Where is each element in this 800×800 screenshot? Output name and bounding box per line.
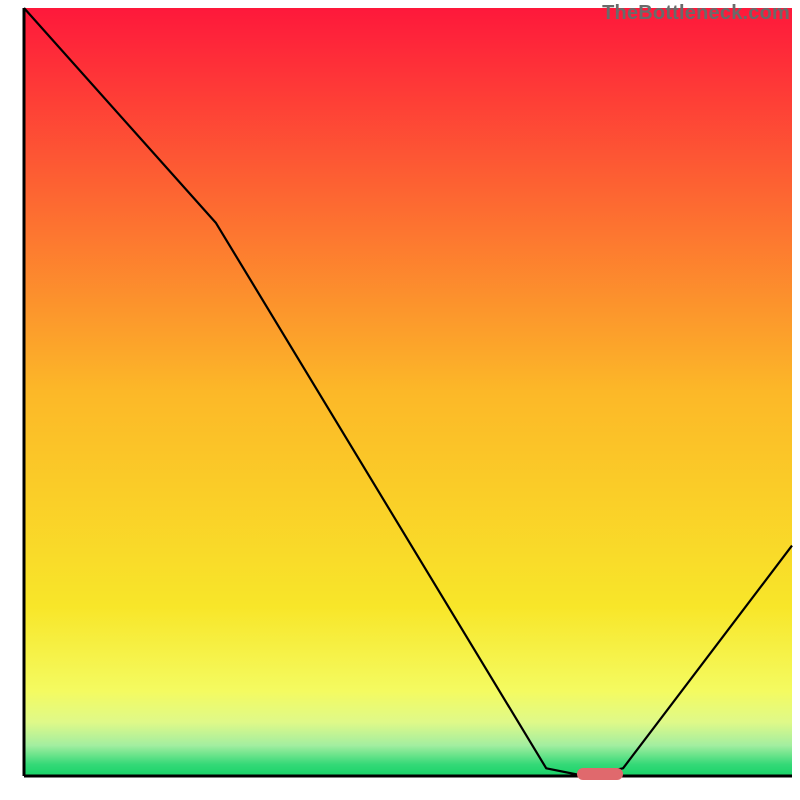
optimal-marker: [577, 768, 623, 780]
bottleneck-chart: TheBottleneck.com: [0, 0, 800, 800]
chart-canvas: [0, 0, 800, 800]
gradient-background: [24, 8, 792, 776]
watermark-text: TheBottleneck.com: [602, 2, 790, 25]
